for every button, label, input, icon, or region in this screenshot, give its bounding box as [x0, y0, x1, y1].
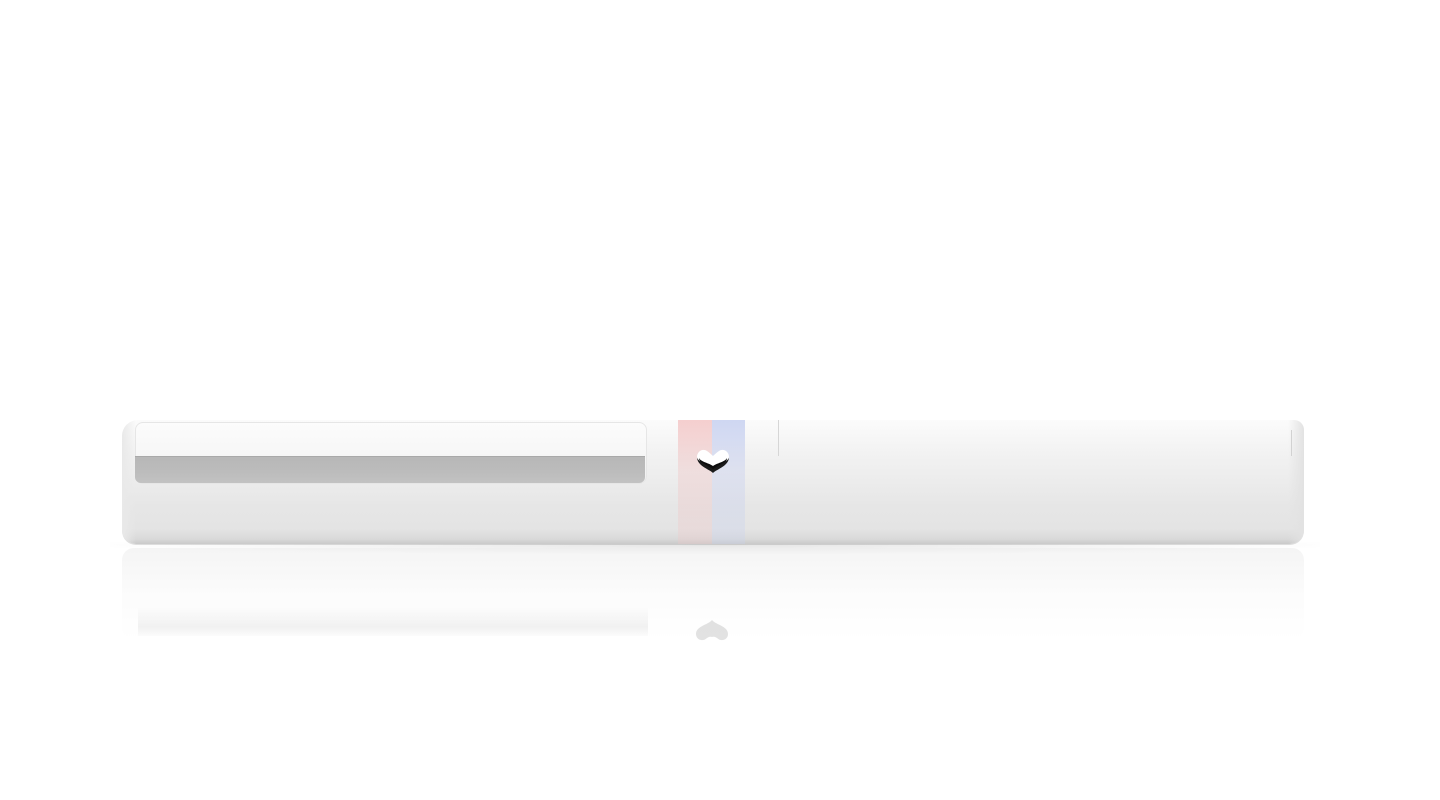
heart-icon	[697, 449, 729, 473]
reflection-slot	[138, 606, 648, 636]
device-body	[122, 420, 1304, 544]
section-divider	[778, 420, 779, 456]
tint-stripe-red	[678, 420, 712, 544]
tint-stripe-blue	[712, 420, 745, 544]
product-render-stage	[0, 0, 1440, 800]
right-cap-seam	[1291, 430, 1292, 456]
left-end-cap	[122, 420, 136, 544]
slot-window	[135, 456, 645, 483]
reflection-heart-icon	[696, 620, 728, 641]
